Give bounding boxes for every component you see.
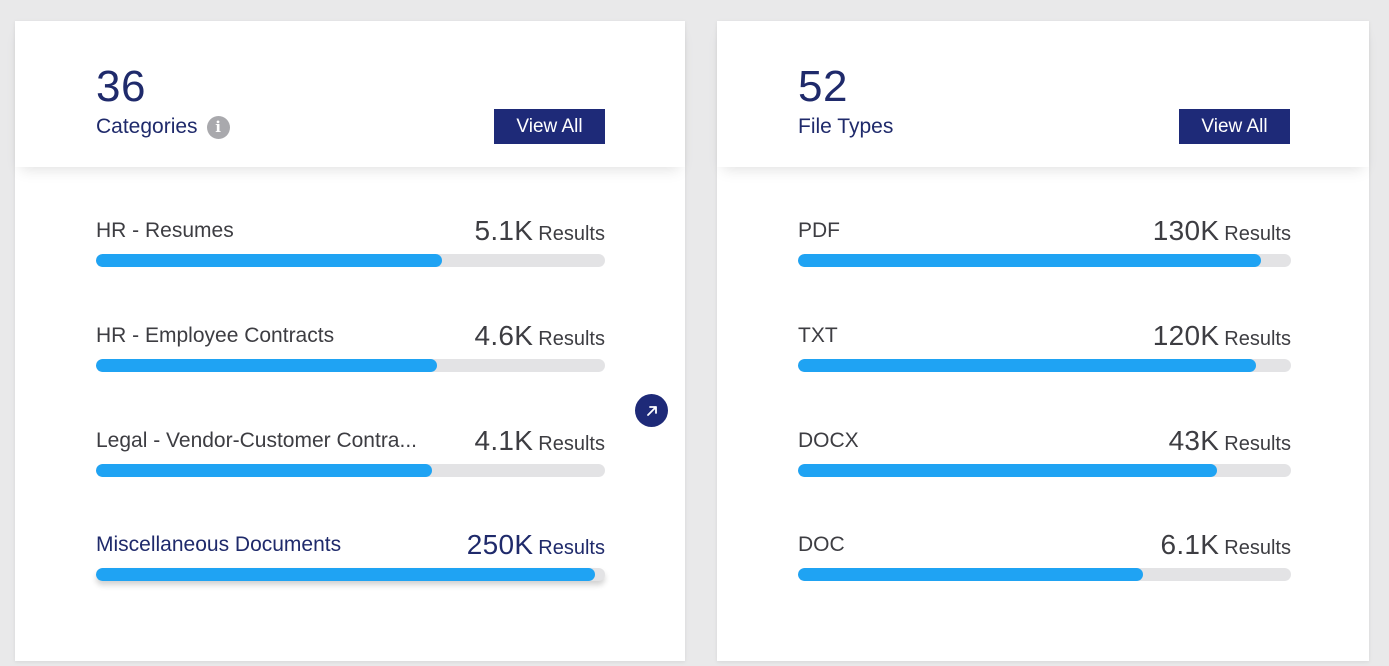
result-unit: Results <box>538 223 605 245</box>
progress-fill <box>96 568 595 581</box>
file-type-label: DOCX <box>798 429 859 452</box>
categories-card: 36 Categories i View All HR - Resumes 5.… <box>15 21 685 661</box>
result-value: 6.1K <box>1160 529 1220 560</box>
file-type-result-count: 120K Results <box>1153 321 1291 356</box>
category-row[interactable]: HR - Employee Contracts 4.6K Results <box>96 321 605 381</box>
progress-track <box>798 254 1291 267</box>
result-value: 130K <box>1152 215 1220 246</box>
result-unit: Results <box>538 433 605 455</box>
result-unit: Results <box>538 328 605 350</box>
category-result-count: 250K Results <box>467 530 605 565</box>
result-value: 5.1K <box>474 215 534 246</box>
category-result-count: 4.1K Results <box>474 426 605 461</box>
result-value: 43K <box>1168 425 1220 456</box>
categories-header: 36 Categories i View All <box>15 21 685 167</box>
category-row[interactable]: HR - Resumes 5.1K Results <box>96 216 605 276</box>
progress-fill <box>798 464 1218 477</box>
category-label: Legal - Vendor-Customer Contra... <box>96 429 417 452</box>
progress-track <box>96 464 605 477</box>
progress-track <box>96 359 605 372</box>
file-type-result-count: 130K Results <box>1153 216 1291 251</box>
file-types-header: 52 File Types View All <box>717 21 1369 167</box>
result-value: 4.6K <box>474 320 534 351</box>
file-type-row[interactable]: DOCX 43K Results <box>798 426 1291 486</box>
category-result-count: 4.6K Results <box>474 321 605 356</box>
progress-fill <box>798 359 1257 372</box>
file-type-label: DOC <box>798 533 845 556</box>
progress-track <box>798 568 1291 581</box>
file-type-result-count: 43K Results <box>1169 426 1291 461</box>
arrow-up-right-icon[interactable] <box>635 394 668 427</box>
file-type-label: PDF <box>798 219 840 242</box>
file-types-card: 52 File Types View All PDF 130K Results T… <box>717 21 1369 661</box>
result-unit: Results <box>538 537 605 559</box>
progress-fill <box>96 464 432 477</box>
file-type-row[interactable]: TXT 120K Results <box>798 321 1291 381</box>
result-value: 120K <box>1152 320 1220 351</box>
category-result-count: 5.1K Results <box>474 216 605 251</box>
file-type-row[interactable]: PDF 130K Results <box>798 216 1291 276</box>
category-label: Miscellaneous Documents <box>96 533 342 556</box>
progress-track <box>96 568 605 581</box>
category-row-selected[interactable]: Miscellaneous Documents 250K Results <box>96 530 605 590</box>
file-type-label: TXT <box>798 324 838 347</box>
file-types-title: File Types <box>798 114 893 140</box>
progress-fill <box>96 359 438 372</box>
progress-fill <box>96 254 443 267</box>
categories-count: 36 <box>96 62 146 111</box>
result-unit: Results <box>1224 328 1291 350</box>
progress-track <box>96 254 605 267</box>
file-types-count: 52 <box>798 62 848 111</box>
file-type-result-count: 6.1K Results <box>1160 530 1291 565</box>
file-type-row[interactable]: DOC 6.1K Results <box>798 530 1291 590</box>
category-row[interactable]: Legal - Vendor-Customer Contra... 4.1K Re… <box>96 426 605 486</box>
result-value: 4.1K <box>474 425 534 456</box>
file-types-view-all-button[interactable]: View All <box>1179 109 1290 144</box>
categories-label: Categories <box>96 115 198 138</box>
file-types-label: File Types <box>798 115 894 138</box>
result-unit: Results <box>1224 537 1291 559</box>
result-value: 250K <box>466 529 534 560</box>
category-label: HR - Employee Contracts <box>96 324 335 347</box>
result-unit: Results <box>1224 433 1291 455</box>
result-unit: Results <box>1224 223 1291 245</box>
progress-fill <box>798 568 1144 581</box>
categories-title: Categories i <box>96 114 230 140</box>
progress-track <box>798 464 1291 477</box>
progress-fill <box>798 254 1262 267</box>
info-icon[interactable]: i <box>206 115 230 139</box>
categories-view-all-button[interactable]: View All <box>494 109 605 144</box>
progress-track <box>798 359 1291 372</box>
category-label: HR - Resumes <box>96 219 234 242</box>
